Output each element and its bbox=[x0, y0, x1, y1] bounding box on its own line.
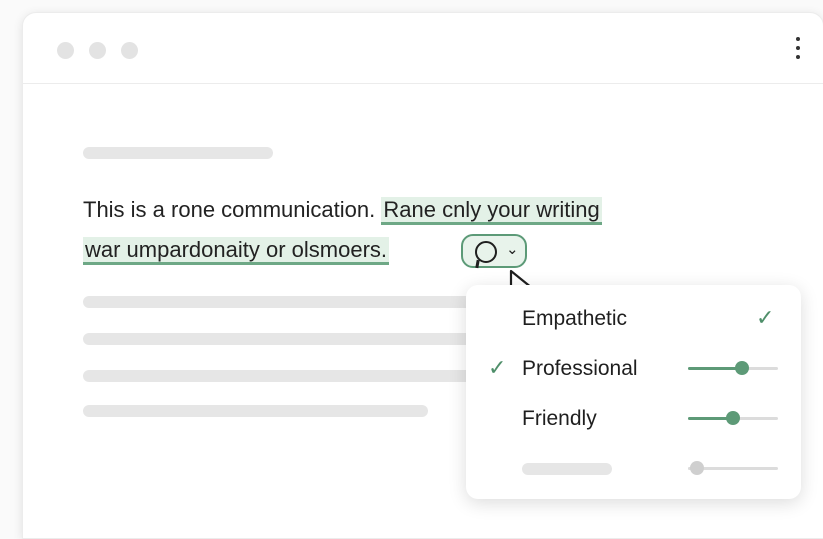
highlighted-text[interactable]: Rane cnly your writing bbox=[381, 197, 602, 225]
editor-text-line-1[interactable]: This is a rone communication. Rane cnly … bbox=[83, 195, 602, 225]
tone-menu: Empathetic ✓ ✓ Professional Friendly bbox=[466, 285, 801, 499]
more-vertical-icon[interactable] bbox=[795, 37, 801, 65]
placeholder-line bbox=[83, 405, 428, 417]
slider-knob[interactable] bbox=[735, 361, 749, 375]
placeholder-line bbox=[83, 333, 473, 345]
tone-level-slider[interactable] bbox=[688, 411, 778, 425]
placeholder-line bbox=[83, 370, 473, 382]
editor-text-line-2[interactable]: war umpardonaity or olsmoers. bbox=[83, 235, 390, 265]
window-dot bbox=[57, 42, 74, 59]
window-dot bbox=[121, 42, 138, 59]
placeholder-label bbox=[522, 463, 612, 475]
placeholder-line bbox=[83, 147, 273, 159]
speech-bubble-icon bbox=[475, 241, 497, 263]
window-titlebar bbox=[23, 13, 823, 84]
tone-label: Professional bbox=[522, 357, 638, 380]
slider-knob bbox=[690, 461, 704, 475]
window-dot bbox=[89, 42, 106, 59]
editor-window: This is a rone communication. Rane cnly … bbox=[22, 12, 823, 539]
tone-suggestion-button[interactable]: ⌄ bbox=[461, 234, 527, 268]
slider-knob[interactable] bbox=[726, 411, 740, 425]
highlighted-text[interactable]: war umpardonaity or olsmoers. bbox=[83, 237, 390, 265]
slider-fill bbox=[688, 367, 742, 370]
check-icon: ✓ bbox=[488, 355, 507, 380]
tone-option-empathetic[interactable]: Empathetic ✓ bbox=[466, 293, 801, 343]
tone-level-slider bbox=[688, 461, 778, 475]
placeholder-line bbox=[83, 296, 473, 308]
chevron-down-icon: ⌄ bbox=[506, 241, 519, 258]
tone-option-professional[interactable]: ✓ Professional bbox=[466, 343, 801, 393]
check-icon: ✓ bbox=[756, 305, 775, 330]
tone-option-disabled bbox=[466, 443, 801, 493]
tone-option-friendly[interactable]: Friendly bbox=[466, 393, 801, 443]
tone-label: Friendly bbox=[522, 407, 597, 430]
tone-label: Empathetic bbox=[522, 307, 628, 330]
tone-level-slider[interactable] bbox=[688, 361, 778, 375]
plain-text: This is a rone communication. bbox=[83, 197, 376, 222]
